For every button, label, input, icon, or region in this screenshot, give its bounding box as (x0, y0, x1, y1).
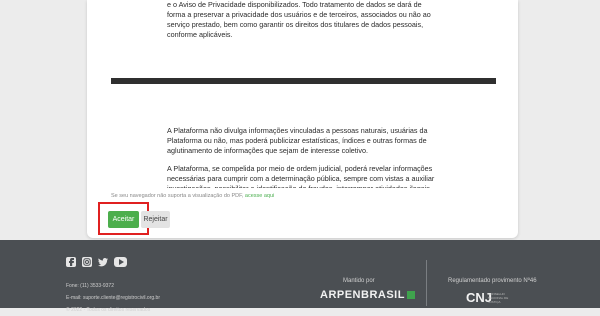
twitter-icon[interactable] (98, 257, 108, 267)
arpen-logo-text: ARPENBRASIL (320, 289, 405, 301)
cnj-subtitle: CONSELHO NACIONAL DE JUSTIÇA (488, 292, 509, 304)
email-text: E-mail: suporte.cliente@registrocivil.or… (66, 295, 160, 301)
pdf-page-2: A Plataforma não divulga informações vin… (111, 84, 496, 188)
regulated-by-label: Regulamentado provimento Nº46 (448, 278, 537, 284)
maintained-by-label: Mantido por (343, 278, 375, 284)
copyright-text: © 2022 - Todos os direitos reservados (66, 307, 151, 313)
pdf-paragraph: A Plataforma não divulga informações vin… (167, 126, 428, 155)
pdf-fallback-text: Se seu navegador não suporta a visualiza… (111, 193, 245, 199)
pdf-paragraph: A Plataforma, se compelida por meio de o… (167, 164, 435, 188)
pdf-viewer[interactable]: e o Aviso de Privacidade disponibilizado… (111, 0, 496, 188)
site-footer: Fone: (11) 3533-9372 E-mail: suporte.cli… (0, 240, 600, 313)
footer-divider (426, 260, 427, 306)
youtube-icon[interactable] (114, 257, 127, 267)
accept-button[interactable]: Aceitar (108, 211, 139, 228)
brazil-flag-icon (406, 291, 415, 300)
facebook-icon[interactable] (66, 257, 76, 267)
phone-text: Fone: (11) 3533-9372 (66, 283, 114, 289)
reject-button[interactable]: Rejeitar (141, 211, 170, 228)
social-links (66, 257, 127, 267)
pdf-page-1: e o Aviso de Privacidade disponibilizado… (111, 0, 496, 78)
contact-info: Fone: (11) 3533-9372 E-mail: suporte.cli… (66, 280, 160, 316)
instagram-icon[interactable] (82, 257, 92, 267)
pdf-fallback-notice: Se seu navegador não suporta a visualiza… (111, 193, 274, 199)
pdf-fallback-link[interactable]: acesse aqui (245, 193, 274, 199)
pdf-paragraph: e o Aviso de Privacidade disponibilizado… (167, 0, 431, 39)
arpen-logo[interactable]: ARPENBRASIL (320, 289, 415, 301)
